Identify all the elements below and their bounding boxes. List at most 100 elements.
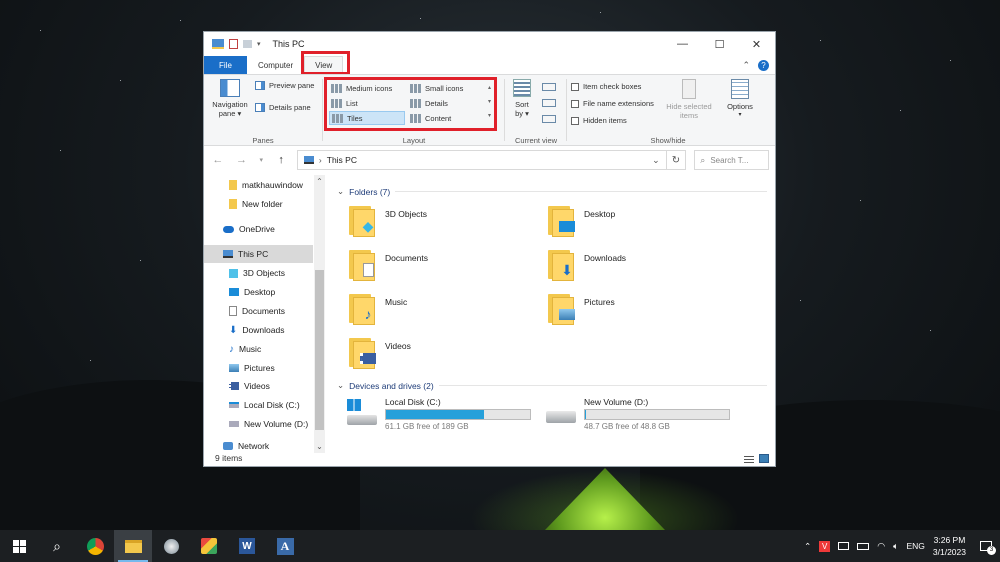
drive-tile-local-disk-c[interactable]: Local Disk (C:) 61.1 GB free of 189 GB — [345, 397, 545, 431]
folders-group-header[interactable]: ⌄ Folders (7) — [337, 186, 767, 197]
nav-item-this-pc[interactable]: This PC — [204, 245, 313, 263]
drive-tile-new-volume-d[interactable]: New Volume (D:) 48.7 GB free of 48.8 GB — [544, 397, 744, 431]
monitor-tray-icon[interactable] — [838, 542, 850, 550]
details-view-icon[interactable] — [744, 453, 754, 463]
clock[interactable]: 3:26 PM 3/1/2023 — [933, 534, 966, 558]
document-icon — [229, 306, 237, 316]
back-arrow-icon[interactable]: ← — [210, 154, 226, 166]
nav-item-matkhauwindow[interactable]: matkhauwindow — [204, 176, 313, 194]
collapse-chevron-icon[interactable]: ⌄ — [337, 380, 344, 391]
size-columns-icon[interactable] — [542, 115, 556, 123]
hidden-items-toggle[interactable]: Hidden items — [571, 116, 627, 125]
preview-pane-button[interactable]: Preview pane — [255, 81, 314, 90]
nav-item-desktop[interactable]: Desktop — [204, 283, 313, 301]
sort-by-button[interactable]: Sort by ▾ — [510, 79, 534, 118]
drives-group-header[interactable]: ⌄ Devices and drives (2) — [337, 380, 767, 391]
nav-item-3d-objects[interactable]: 3D Objects — [204, 264, 313, 282]
navigation-pane-button[interactable]: Navigation pane ▾ — [209, 79, 251, 118]
show-hidden-icons-icon[interactable]: ⌃ — [804, 541, 811, 552]
nav-item-new-folder[interactable]: New folder — [204, 195, 313, 213]
desktop-icon — [229, 288, 239, 296]
up-arrow-icon[interactable]: ↑ — [273, 154, 289, 166]
tiles-view-icon[interactable] — [759, 453, 769, 463]
maximize-button[interactable]: ☐ — [701, 32, 738, 56]
search-icon: ⌕ — [53, 537, 61, 554]
file-explorer-taskbar-button[interactable] — [114, 530, 152, 562]
help-icon[interactable]: ? — [758, 59, 769, 71]
customize-toolbar-icon[interactable]: ▾ — [257, 40, 261, 48]
computer-icon — [303, 156, 314, 164]
chrome-taskbar-button[interactable] — [76, 530, 114, 562]
battery-icon[interactable] — [857, 542, 870, 550]
word-taskbar-button[interactable]: W — [228, 530, 266, 562]
collapse-ribbon-icon[interactable]: ⌃ — [742, 60, 750, 71]
close-button[interactable]: ✕ — [738, 32, 775, 56]
new-folder-icon[interactable] — [243, 40, 252, 48]
search-button[interactable]: ⌕ — [38, 530, 76, 562]
hidden-items-checkbox[interactable] — [571, 116, 579, 125]
nav-item-music[interactable]: ♪ Music — [204, 340, 313, 358]
search-icon: ⌕ — [700, 154, 706, 165]
view-tab-highlight — [301, 51, 350, 75]
drive-usage-bar — [385, 409, 531, 420]
folder-icon — [229, 180, 237, 190]
show-hide-group: Item check boxes File name extensions Hi… — [568, 75, 768, 147]
nav-item-local-disk-c[interactable]: Local Disk (C:) — [204, 396, 313, 414]
options-button[interactable]: Options ▾ — [720, 79, 760, 120]
scroll-up-icon[interactable]: ⌃ — [314, 177, 325, 186]
nav-item-downloads[interactable]: ⬇ Downloads — [204, 321, 313, 339]
folder-tile-documents[interactable]: Documents — [349, 247, 539, 287]
folder-tile-3d-objects[interactable]: ◆ 3D Objects — [349, 203, 539, 243]
breadcrumb-separator-icon: › — [318, 155, 322, 165]
collapse-chevron-icon[interactable]: ⌄ — [337, 186, 344, 197]
forward-arrow-icon[interactable]: → — [234, 154, 250, 166]
item-check-boxes-toggle[interactable]: Item check boxes — [571, 82, 641, 91]
folder-tile-downloads[interactable]: ⬇ Downloads — [548, 247, 738, 287]
folder-tile-videos[interactable]: Videos — [349, 335, 539, 375]
folder-tile-music[interactable]: ♪ Music — [349, 291, 539, 331]
app-taskbar-button[interactable] — [152, 530, 190, 562]
language-indicator[interactable]: ENG — [906, 541, 924, 551]
address-dropdown-icon[interactable]: ⌄ — [652, 155, 660, 166]
folder-tile-pictures[interactable]: Pictures — [548, 291, 738, 331]
tab-computer[interactable]: Computer — [247, 56, 304, 74]
wifi-icon[interactable]: ◠ — [877, 541, 885, 552]
file-name-extensions-checkbox[interactable] — [571, 99, 579, 108]
search-box[interactable]: ⌕ Search T... — [694, 150, 770, 170]
bluestacks-taskbar-button[interactable] — [190, 530, 228, 562]
item-check-boxes-checkbox[interactable] — [571, 82, 579, 91]
nav-item-videos[interactable]: Videos — [204, 377, 313, 395]
nav-item-documents[interactable]: Documents — [204, 302, 313, 320]
tab-file[interactable]: File — [204, 56, 247, 74]
refresh-button[interactable]: ↻ — [666, 150, 687, 170]
ribbon-tabs: File Computer View ⌃ ? — [204, 51, 775, 75]
group-by-icon[interactable] — [542, 83, 556, 91]
scrollbar-thumb[interactable] — [315, 270, 324, 430]
options-dropdown-icon: ▾ — [738, 112, 742, 118]
folder-tile-desktop[interactable]: Desktop — [548, 203, 738, 243]
quick-access-toolbar: ▾ — [212, 39, 261, 49]
font-app-taskbar-button[interactable]: A — [266, 530, 304, 562]
minimize-button[interactable]: — — [664, 32, 701, 56]
details-pane-button[interactable]: Details pane — [255, 103, 311, 112]
nav-item-pictures[interactable]: Pictures — [204, 359, 313, 377]
3d-objects-folder-icon: ◆ — [349, 203, 379, 237]
pictures-folder-icon — [548, 291, 578, 325]
windows-drive-icon — [345, 397, 379, 427]
properties-icon[interactable] — [229, 39, 238, 49]
start-button[interactable] — [0, 530, 38, 562]
nav-item-onedrive[interactable]: OneDrive — [204, 220, 313, 238]
volume-icon[interactable]: 🔈︎ — [893, 541, 898, 552]
nav-item-new-volume-d[interactable]: New Volume (D:) — [204, 415, 313, 433]
music-icon: ♪ — [229, 343, 234, 355]
notifications-button[interactable]: 3 — [980, 541, 996, 555]
navigation-scrollbar[interactable]: ⌃ ⌄ — [314, 175, 325, 453]
file-name-extensions-toggle[interactable]: File name extensions — [571, 99, 654, 108]
add-columns-icon[interactable] — [542, 99, 556, 107]
recent-locations-icon[interactable]: ▾ — [257, 156, 265, 164]
address-bar[interactable]: › This PC ⌄ — [296, 150, 667, 170]
ribbon: Navigation pane ▾ Preview pane Details p… — [204, 74, 775, 146]
vivaldi-tray-icon[interactable]: V — [819, 540, 831, 552]
hide-selected-items-button[interactable]: Hide selected items — [662, 79, 716, 120]
taskbar: ⌕ W A ⌃ V ◠ 🔈︎ ENG 3:26 PM 3/1/2023 3 — [0, 530, 1000, 562]
